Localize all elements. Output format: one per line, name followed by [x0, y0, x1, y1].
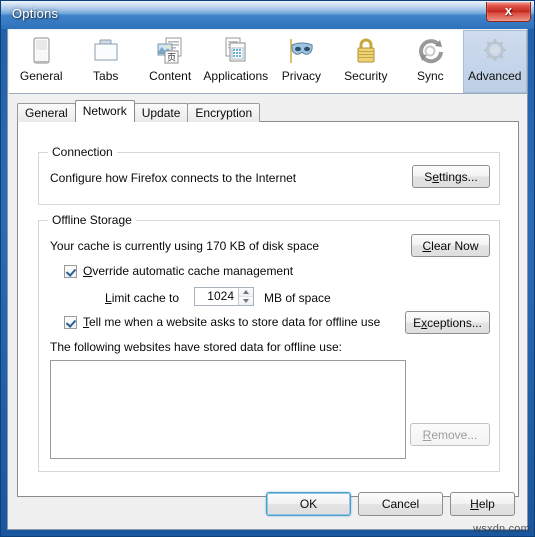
tell-me-checkbox[interactable]	[64, 315, 77, 329]
applications-grid-icon	[219, 35, 253, 67]
toolbar-item-advanced[interactable]: Advanced	[462, 30, 527, 93]
dialog-client-area: General Tabs 页 Content Applications Priv…	[7, 29, 528, 530]
sub-tab-strip: General Network Update Encryption	[17, 100, 519, 122]
sync-arrows-icon	[413, 35, 447, 67]
toolbar-item-label: Content	[149, 69, 192, 83]
close-icon: x	[504, 3, 513, 18]
override-cache-checkbox[interactable]	[64, 264, 77, 278]
toolbar-item-label: Tabs	[93, 69, 119, 83]
connection-group-title: Connection	[48, 145, 117, 159]
mask-icon	[284, 35, 318, 67]
ok-button[interactable]: OK	[266, 492, 351, 516]
clear-now-button[interactable]: Clear Now	[411, 234, 490, 257]
help-button-label: Help	[470, 497, 495, 511]
toolbar-item-security[interactable]: Security	[334, 30, 398, 93]
toolbar-item-general[interactable]: General	[9, 30, 73, 93]
content-pages-icon: 页	[153, 35, 187, 67]
category-toolbar: General Tabs 页 Content Applications Priv…	[9, 30, 527, 94]
sub-tab-update[interactable]: Update	[133, 103, 189, 122]
network-tab-panel: Connection Configure how Firefox connect…	[17, 121, 519, 497]
sub-tab-encryption[interactable]: Encryption	[187, 103, 261, 122]
offline-storage-group-title: Offline Storage	[48, 213, 136, 227]
settings-button[interactable]: Settings...	[412, 165, 490, 188]
toolbar-item-privacy[interactable]: Privacy	[269, 30, 333, 93]
toolbar-item-applications[interactable]: Applications	[202, 30, 269, 93]
cancel-button[interactable]: Cancel	[358, 492, 443, 516]
window-title: Options	[12, 6, 59, 21]
spinner-up-button[interactable]	[239, 288, 253, 297]
spinner-down-button[interactable]	[239, 297, 253, 305]
title-bar: Options x	[1, 1, 534, 29]
close-button[interactable]: x	[486, 2, 531, 22]
stored-sites-listbox[interactable]	[50, 360, 406, 459]
cache-limit-spinner[interactable]: 1024	[194, 287, 254, 306]
tell-me-label: Tell me when a website asks to store dat…	[83, 315, 381, 329]
stored-sites-label: The following websites have stored data …	[50, 340, 342, 354]
watermark: wsxdn.com	[473, 523, 530, 535]
settings-button-label: Settings...	[424, 169, 478, 184]
cache-usage-text: Your cache is currently using 170 KB of …	[50, 239, 320, 253]
toolbar-item-label: Privacy	[281, 69, 322, 83]
gear-icon	[478, 35, 512, 67]
limit-cache-label: Limit cache to	[105, 291, 180, 305]
sub-tab-network[interactable]: Network	[74, 100, 135, 122]
toolbar-item-label: Security	[344, 69, 388, 83]
options-dialog-window: Options x General Tabs 页 Content Applica…	[0, 0, 535, 537]
connection-group: Connection Configure how Firefox connect…	[38, 145, 500, 205]
chevron-up-icon	[243, 290, 249, 294]
browser-window-icon	[24, 35, 58, 67]
cache-limit-spinner-buttons	[238, 288, 253, 305]
connection-description: Configure how Firefox connects to the In…	[50, 171, 297, 185]
override-cache-label: Override automatic cache management	[83, 264, 294, 278]
svg-text:页: 页	[167, 53, 176, 64]
override-cache-checkbox-row[interactable]: Override automatic cache management	[64, 264, 293, 278]
tell-me-checkbox-row[interactable]: Tell me when a website asks to store dat…	[64, 315, 380, 329]
remove-button-label: Remove...	[422, 427, 478, 442]
padlock-icon	[349, 35, 383, 67]
help-button[interactable]: Help	[450, 492, 515, 516]
toolbar-item-label: Sync	[416, 69, 444, 83]
toolbar-item-sync[interactable]: Sync	[398, 30, 462, 93]
exceptions-button[interactable]: Exceptions...	[405, 311, 490, 334]
sub-tab-general[interactable]: General	[17, 103, 76, 122]
ok-button-label: OK	[299, 497, 318, 511]
title-bar-gloss	[1, 1, 534, 14]
toolbar-item-label: General	[19, 69, 63, 83]
toolbar-item-label: Applications	[203, 69, 269, 83]
exceptions-button-label: Exceptions...	[413, 315, 482, 330]
clear-now-button-label: Clear Now	[422, 238, 479, 253]
toolbar-item-tabs[interactable]: Tabs	[73, 30, 137, 93]
folder-tab-icon	[89, 35, 123, 67]
offline-storage-group: Offline Storage Your cache is currently …	[38, 213, 500, 472]
toolbar-item-label: Advanced	[468, 69, 522, 83]
cache-limit-value[interactable]: 1024	[195, 288, 238, 305]
remove-button[interactable]: Remove...	[410, 423, 490, 446]
toolbar-item-content[interactable]: 页 Content	[138, 30, 202, 93]
cancel-button-label: Cancel	[381, 497, 420, 511]
chevron-down-icon	[243, 299, 249, 303]
cache-limit-unit: MB of space	[264, 291, 331, 305]
